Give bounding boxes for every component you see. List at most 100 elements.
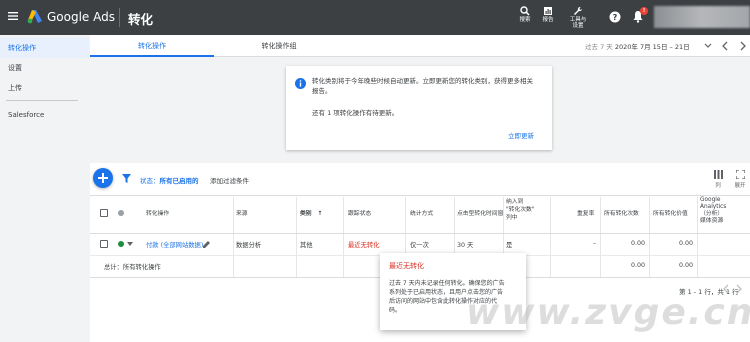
ga-line-4: 媒体资源 [700, 218, 724, 224]
column-divider [296, 197, 297, 277]
add-filter-button[interactable]: 添加过滤条件 [210, 175, 249, 185]
pagination-controls [723, 284, 742, 294]
search-label: 搜索 [519, 17, 531, 23]
edit-pencil-icon[interactable] [203, 240, 211, 248]
status-filter-label: 状态： [140, 177, 160, 185]
conversion-action-name-link[interactable]: 付款 (全部网站数据) [146, 240, 203, 249]
page-title: 转化 [128, 12, 154, 27]
row-tracking-status[interactable]: 最近无转化 [348, 240, 379, 249]
tab-conversion-actions[interactable]: 转化操作 [90, 35, 214, 57]
include-line-3: 列中 [506, 215, 518, 221]
top-app-bar: Google Ads 转化 搜索 报告 工具与 设置 ? ! [0, 0, 750, 35]
column-divider [600, 197, 601, 277]
nav-item-settings[interactable]: 设置 [0, 58, 89, 78]
select-all-checkbox[interactable] [100, 209, 108, 217]
column-divider [550, 197, 551, 277]
google-ads-logo-icon[interactable] [27, 9, 43, 24]
notice-message: 转化类别将于今年晚些时候自动更新。立即更新您的转化类别，获得更多相关 报告。 [312, 76, 544, 96]
date-range-preset: 过去 7 天 [585, 43, 613, 51]
nav-item-uploads[interactable]: 上传 [0, 78, 89, 98]
row-include: 是 [506, 242, 513, 249]
date-range-value: 2020年 7月 15日 – 21日 [614, 43, 690, 51]
tooltip-line-3: 后访问的网站中包含此转化操作对应的代 [389, 298, 498, 305]
next-page-icon[interactable] [736, 284, 742, 294]
enabled-status-dot[interactable] [118, 241, 124, 247]
sort-up-icon: ↑ [317, 211, 323, 217]
status-header-dot [118, 210, 124, 216]
date-dropdown-icon[interactable] [704, 43, 712, 48]
header-bottom-border [90, 233, 750, 234]
nav-item-salesforce[interactable]: Salesforce [0, 105, 89, 125]
header-category-label: 类别 [300, 211, 312, 217]
tools-label-2: 设置 [572, 23, 584, 29]
left-navigation: 转化操作 设置 上传 Salesforce [0, 35, 90, 342]
column-divider [697, 197, 698, 277]
nav-item-conversion-actions[interactable]: 转化操作 [0, 38, 89, 58]
date-next-icon[interactable] [740, 41, 746, 51]
filter-icon[interactable] [122, 174, 131, 183]
row-count: 仅一次 [410, 242, 429, 249]
date-navigation [704, 41, 746, 51]
menu-icon[interactable] [7, 10, 19, 22]
expand-label: 展开 [734, 183, 746, 189]
help-icon[interactable]: ? [609, 11, 621, 23]
info-icon [295, 78, 306, 89]
status-filter-chip[interactable]: 状态：所有已启用的 [140, 175, 199, 185]
status-tooltip: 最近无转化 过去 7 天内未记录任何转化。确保您的广告 系列处于已启用状态，且用… [380, 253, 526, 330]
total-all-conversions: 0.00 [630, 262, 645, 269]
row-category: 其他 [300, 242, 313, 249]
brand-name[interactable]: Google Ads [47, 10, 115, 24]
row-click-window: 30 天 [457, 242, 474, 249]
add-conversion-button[interactable] [93, 168, 113, 188]
tooltip-body: 过去 7 天内未记录任何转化。确保您的广告 系列处于已启用状态，且用户点击您的广… [389, 279, 521, 315]
status-dropdown-icon[interactable] [127, 242, 133, 246]
column-divider [343, 197, 344, 277]
total-row-label: 总计：所有转化操作 [104, 264, 161, 271]
reports-label: 报告 [542, 17, 554, 23]
row-all-conversions: 0.00 [630, 240, 645, 247]
include-line-2: "转化次数" [506, 207, 535, 213]
include-line-1: 纳入到 [506, 199, 524, 205]
prev-page-icon[interactable] [723, 284, 729, 294]
title-divider [119, 8, 120, 27]
reports-button[interactable]: 报告 [536, 6, 560, 24]
notifications-button[interactable]: ! [632, 7, 648, 24]
row-all-conversion-value: 0.00 [678, 240, 693, 247]
tools-settings-button[interactable]: 工具与 设置 [564, 6, 592, 30]
ga-line-2: Analytics [700, 204, 727, 210]
columns-icon [713, 170, 723, 179]
ga-line-3: （分析） [700, 211, 724, 217]
status-filter-value: 所有已启用的 [159, 177, 199, 185]
tooltip-line-1: 过去 7 天内未记录任何转化。确保您的广告 [389, 280, 505, 287]
tooltip-line-4: 码。 [389, 307, 402, 314]
notice-line-1: 转化类别将于今年晚些时候自动更新。立即更新您的转化类别，获得更多相关 [312, 77, 533, 85]
notice-line-2: 报告。 [312, 87, 332, 95]
date-range-picker[interactable]: 过去 7 天 2020年 7月 15日 – 21日 [585, 41, 690, 51]
category-update-notice: 转化类别将于今年晚些时候自动更新。立即更新您的转化类别，获得更多相关 报告。 还… [286, 66, 552, 150]
columns-button[interactable]: 列 [710, 170, 726, 189]
reports-icon [544, 7, 552, 15]
notice-pending: 还有 1 项转化操作有待更新。 [312, 109, 399, 117]
header-google-analytics-property[interactable]: Google Analytics （分析） 媒体资源 [700, 197, 726, 233]
expand-button[interactable]: 展开 [732, 169, 748, 189]
notification-badge: ! [640, 7, 648, 15]
row-checkbox[interactable] [100, 240, 108, 248]
row-repeat-rate: – [592, 240, 596, 247]
plus-icon [98, 173, 108, 183]
search-icon [520, 6, 530, 16]
header-include-in-conversions[interactable]: 纳入到 "转化次数" 列中 [506, 198, 535, 234]
tooltip-line-2: 系列处于已启用状态，且用户点击您的广告 [389, 289, 504, 296]
svg-text:?: ? [613, 13, 618, 22]
account-info[interactable] [654, 6, 750, 28]
ga-line-1: Google [700, 197, 721, 203]
date-prev-icon[interactable] [722, 41, 728, 51]
tabs-bar: 转化操作 转化操作组 过去 7 天 2020年 7月 15日 – 21日 [90, 35, 750, 57]
total-all-conversion-value: 0.00 [678, 262, 693, 269]
table-top-border [90, 195, 750, 196]
nav-divider [6, 100, 78, 101]
search-button[interactable]: 搜索 [513, 6, 537, 24]
tab-conversion-action-sets[interactable]: 转化操作组 [214, 35, 344, 57]
column-divider [649, 197, 650, 277]
update-now-link[interactable]: 立即更新 [508, 130, 534, 140]
wrench-icon [574, 7, 582, 15]
